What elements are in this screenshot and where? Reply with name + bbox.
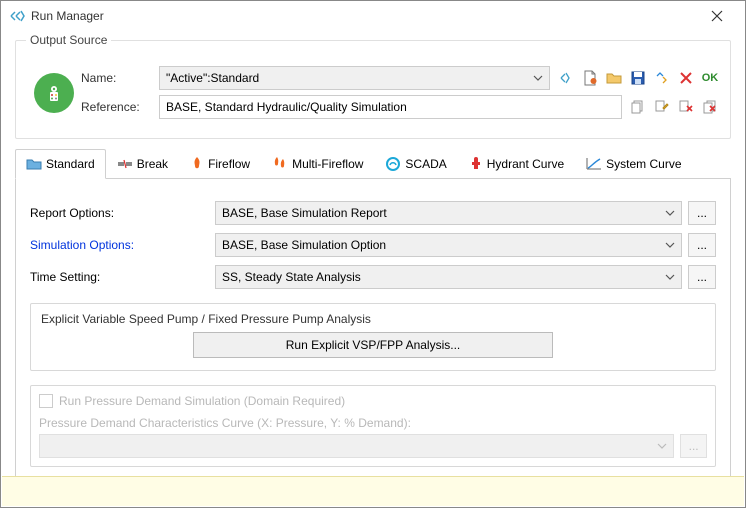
report-options-more-button[interactable]: ... [688,201,716,225]
delete-icon[interactable] [676,68,696,88]
module-icon [34,73,74,113]
reference-label: Reference: [81,100,159,114]
tab-systemcurve-label: System Curve [606,157,681,171]
tab-hydrantcurve-label: Hydrant Curve [487,157,564,171]
vsp-group-title: Explicit Variable Speed Pump / Fixed Pre… [39,312,707,326]
simulation-options-label: Simulation Options: [30,238,215,252]
simulation-options-more-button[interactable]: ... [688,233,716,257]
status-strip [2,476,744,506]
name-select[interactable]: "Active":Standard [159,66,550,90]
copy-ref-icon[interactable] [628,97,648,117]
edit-ref-icon[interactable] [652,97,672,117]
pick-icon[interactable] [556,68,576,88]
save-icon[interactable] [628,68,648,88]
tab-fireflow[interactable]: Fireflow [179,149,261,179]
report-options-select[interactable]: BASE, Base Simulation Report [215,201,682,225]
reference-input[interactable]: BASE, Standard Hydraulic/Quality Simulat… [159,95,622,119]
ok-button[interactable]: OK [700,68,720,88]
tab-multifireflow[interactable]: Multi-Fireflow [261,149,374,179]
time-setting-more-button[interactable]: ... [688,265,716,289]
close-button[interactable] [697,1,737,31]
delete-ref-icon[interactable] [676,97,696,117]
name-value: "Active":Standard [166,71,259,85]
output-source-group: Output Source Name: "Active":Standard [15,33,731,139]
time-setting-value: SS, Steady State Analysis [222,270,361,284]
window-title: Run Manager [31,9,697,23]
refresh-icon[interactable] [652,68,672,88]
time-setting-select[interactable]: SS, Steady State Analysis [215,265,682,289]
tab-standard-label: Standard [46,157,95,171]
tab-break-label: Break [137,157,168,171]
output-source-legend: Output Source [26,33,111,47]
report-options-label: Report Options: [30,206,215,220]
clear-ref-icon[interactable] [700,97,720,117]
simulation-options-value: BASE, Base Simulation Option [222,238,386,252]
vsp-group: Explicit Variable Speed Pump / Fixed Pre… [30,303,716,371]
title-bar: Run Manager [1,1,745,31]
tab-fireflow-label: Fireflow [208,157,250,171]
run-vsp-button[interactable]: Run Explicit VSP/FPP Analysis... [193,332,553,358]
tab-break[interactable]: Break [106,149,179,179]
pd-curve-more-button: ... [680,434,707,458]
report-options-value: BASE, Base Simulation Report [222,206,387,220]
time-setting-label: Time Setting: [30,270,215,284]
pd-checkbox[interactable] [39,394,53,408]
pd-curve-select [39,434,674,458]
pd-curve-label: Pressure Demand Characteristics Curve (X… [39,416,707,430]
tab-panel-standard: Report Options: BASE, Base Simulation Re… [15,178,731,482]
tab-scada-label: SCADA [405,157,446,171]
tab-scada[interactable]: SCADA [374,149,457,179]
pd-checkbox-label: Run Pressure Demand Simulation (Domain R… [59,394,345,408]
pressure-demand-group: Run Pressure Demand Simulation (Domain R… [30,385,716,467]
simulation-options-select[interactable]: BASE, Base Simulation Option [215,233,682,257]
reference-value: BASE, Standard Hydraulic/Quality Simulat… [166,100,407,114]
tab-systemcurve[interactable]: System Curve [575,149,692,179]
open-folder-icon[interactable] [604,68,624,88]
runmanager-icon [9,8,25,24]
tab-standard[interactable]: Standard [15,149,106,179]
tab-strip: Standard Break Fireflow Multi-Fireflow S… [15,149,731,179]
tab-multifireflow-label: Multi-Fireflow [292,157,363,171]
tab-hydrantcurve[interactable]: Hydrant Curve [458,149,575,179]
new-doc-icon[interactable] [580,68,600,88]
name-label: Name: [81,71,159,85]
